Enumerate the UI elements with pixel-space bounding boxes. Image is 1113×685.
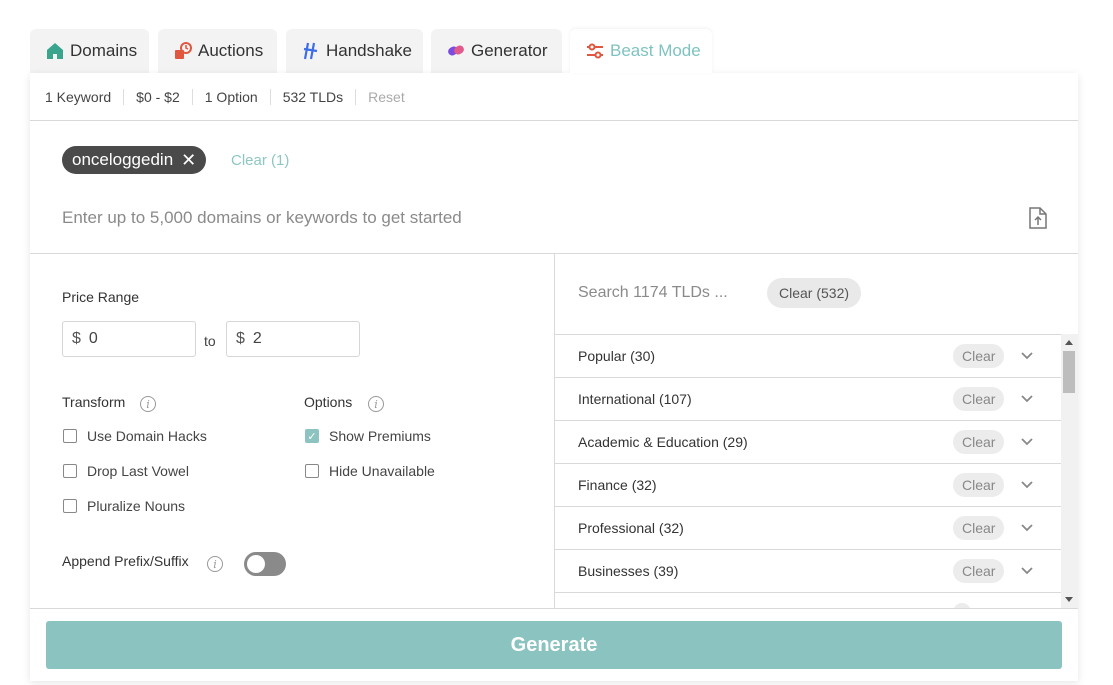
house-icon xyxy=(46,42,64,60)
currency-symbol: $ xyxy=(72,330,81,347)
divider xyxy=(191,88,193,105)
checkmark-icon: ✓ xyxy=(305,429,319,443)
show-premiums-checkbox[interactable]: ✓ Show Premiums xyxy=(305,428,431,444)
summary-price[interactable]: $0 - $2 xyxy=(136,89,180,105)
clear-all-tlds-button[interactable]: Clear (532) xyxy=(767,278,862,308)
category-name: Businesses (39) xyxy=(578,563,679,579)
checkbox-box xyxy=(63,499,77,513)
tab-generator[interactable]: Generator xyxy=(431,29,562,73)
tab-label: Beast Mode xyxy=(610,41,701,60)
generator-icon xyxy=(447,42,465,60)
divider xyxy=(269,88,271,105)
tab-label: Generator xyxy=(471,41,548,60)
handshake-icon xyxy=(302,42,320,60)
category-clear-button[interactable]: Clear xyxy=(953,473,1005,497)
use-domain-hacks-checkbox[interactable]: Use Domain Hacks xyxy=(63,428,207,444)
append-prefix-suffix-label: Append Prefix/Suffix xyxy=(62,553,189,569)
tld-list-scrollbar[interactable] xyxy=(1061,334,1078,608)
category-name: Academic & Education (29) xyxy=(578,434,748,450)
keyword-chip-label: onceloggedin xyxy=(72,150,174,169)
price-max-input[interactable]: $ 2 xyxy=(226,321,360,357)
price-to-label: to xyxy=(204,333,216,349)
checkbox-box xyxy=(63,464,77,478)
transform-label: Transform xyxy=(62,394,126,410)
chevron-down-icon[interactable] xyxy=(1019,519,1035,535)
price-max-value: 2 xyxy=(252,330,262,347)
generate-button[interactable]: Generate xyxy=(46,621,1062,669)
tld-search-input[interactable] xyxy=(578,284,758,302)
chevron-down-icon[interactable] xyxy=(1019,390,1035,406)
hide-unavailable-checkbox[interactable]: Hide Unavailable xyxy=(305,463,435,479)
gavel-icon xyxy=(174,42,192,60)
category-clear-button[interactable]: Clear xyxy=(953,344,1005,368)
checkbox-label: Hide Unavailable xyxy=(329,463,435,479)
summary-options[interactable]: 1 Option xyxy=(205,89,258,105)
tld-category-row[interactable]: International (107) Clear xyxy=(555,378,1061,421)
category-name: International (107) xyxy=(578,391,692,407)
toggle-knob xyxy=(247,555,265,573)
keyword-chip: onceloggedin ✕ xyxy=(62,146,207,174)
price-min-value: 0 xyxy=(88,330,98,347)
divider xyxy=(123,88,125,105)
category-name: Popular (30) xyxy=(578,348,656,364)
category-clear-button[interactable]: Clear xyxy=(953,387,1005,411)
checkbox-box xyxy=(63,429,77,443)
tab-label: Handshake xyxy=(326,41,413,60)
tab-beast-mode[interactable]: Beast Mode xyxy=(570,29,712,73)
checkbox-label: Drop Last Vowel xyxy=(87,463,189,479)
summary-keywords[interactable]: 1 Keyword xyxy=(45,89,111,105)
reset-link[interactable]: Reset xyxy=(368,89,405,105)
sliders-icon xyxy=(586,42,604,60)
drop-last-vowel-checkbox[interactable]: Drop Last Vowel xyxy=(63,463,189,479)
scroll-up-arrow-icon[interactable] xyxy=(1065,340,1073,345)
tld-category-list: Popular (30) Clear International (107) C… xyxy=(555,334,1078,609)
tab-label: Domains xyxy=(70,41,138,60)
divider xyxy=(30,608,1078,609)
remove-keyword-icon[interactable]: ✕ xyxy=(181,150,196,171)
filter-summary-bar: 1 Keyword $0 - $2 1 Option 532 TLDs Rese… xyxy=(30,73,1078,121)
price-range-label: Price Range xyxy=(62,289,140,305)
divider xyxy=(355,88,357,105)
tab-domains[interactable]: Domains xyxy=(30,29,149,73)
tld-category-row[interactable]: Popular (30) Clear xyxy=(555,335,1061,378)
checkbox-box xyxy=(305,464,319,478)
tld-category-row[interactable] xyxy=(555,593,1061,609)
clear-keywords-link[interactable]: Clear (1) xyxy=(231,152,289,169)
append-info-icon[interactable]: i xyxy=(207,556,223,572)
upload-file-icon[interactable] xyxy=(1028,206,1048,230)
transform-info-icon[interactable]: i xyxy=(140,396,156,412)
options-info-icon[interactable]: i xyxy=(368,396,384,412)
price-min-input[interactable]: $ 0 xyxy=(62,321,196,357)
category-name: Finance (32) xyxy=(578,477,657,493)
keyword-input[interactable] xyxy=(62,205,962,231)
category-clear-button[interactable]: Clear xyxy=(953,430,1005,454)
tld-category-row[interactable]: Businesses (39) Clear xyxy=(555,550,1061,593)
pluralize-nouns-checkbox[interactable]: Pluralize Nouns xyxy=(63,498,185,514)
summary-tlds[interactable]: 532 TLDs xyxy=(283,89,343,105)
tld-category-row[interactable]: Academic & Education (29) Clear xyxy=(555,421,1061,464)
tld-category-row[interactable]: Professional (32) Clear xyxy=(555,507,1061,550)
tld-category-row[interactable]: Finance (32) Clear xyxy=(555,464,1061,507)
chevron-down-icon[interactable] xyxy=(1019,433,1035,449)
category-name: Professional (32) xyxy=(578,520,684,536)
scroll-thumb[interactable] xyxy=(1063,351,1075,393)
category-clear-button[interactable]: Clear xyxy=(953,559,1005,583)
tab-handshake[interactable]: Handshake xyxy=(286,29,423,73)
checkbox-label: Pluralize Nouns xyxy=(87,498,186,514)
append-prefix-suffix-toggle[interactable] xyxy=(244,552,286,576)
checkbox-label: Use Domain Hacks xyxy=(87,428,207,444)
chevron-down-icon[interactable] xyxy=(1019,562,1035,578)
beast-mode-panel: 1 Keyword $0 - $2 1 Option 532 TLDs Rese… xyxy=(30,73,1078,681)
tab-label: Auctions xyxy=(198,41,264,60)
category-clear-button[interactable]: Clear xyxy=(953,516,1005,540)
tab-auctions[interactable]: Auctions xyxy=(158,29,277,73)
chevron-down-icon[interactable] xyxy=(1019,347,1035,363)
chevron-down-icon[interactable] xyxy=(1019,476,1035,492)
currency-symbol: $ xyxy=(236,330,245,347)
scroll-down-arrow-icon[interactable] xyxy=(1065,597,1073,602)
checkbox-label: Show Premiums xyxy=(329,428,431,444)
options-label: Options xyxy=(304,394,353,410)
